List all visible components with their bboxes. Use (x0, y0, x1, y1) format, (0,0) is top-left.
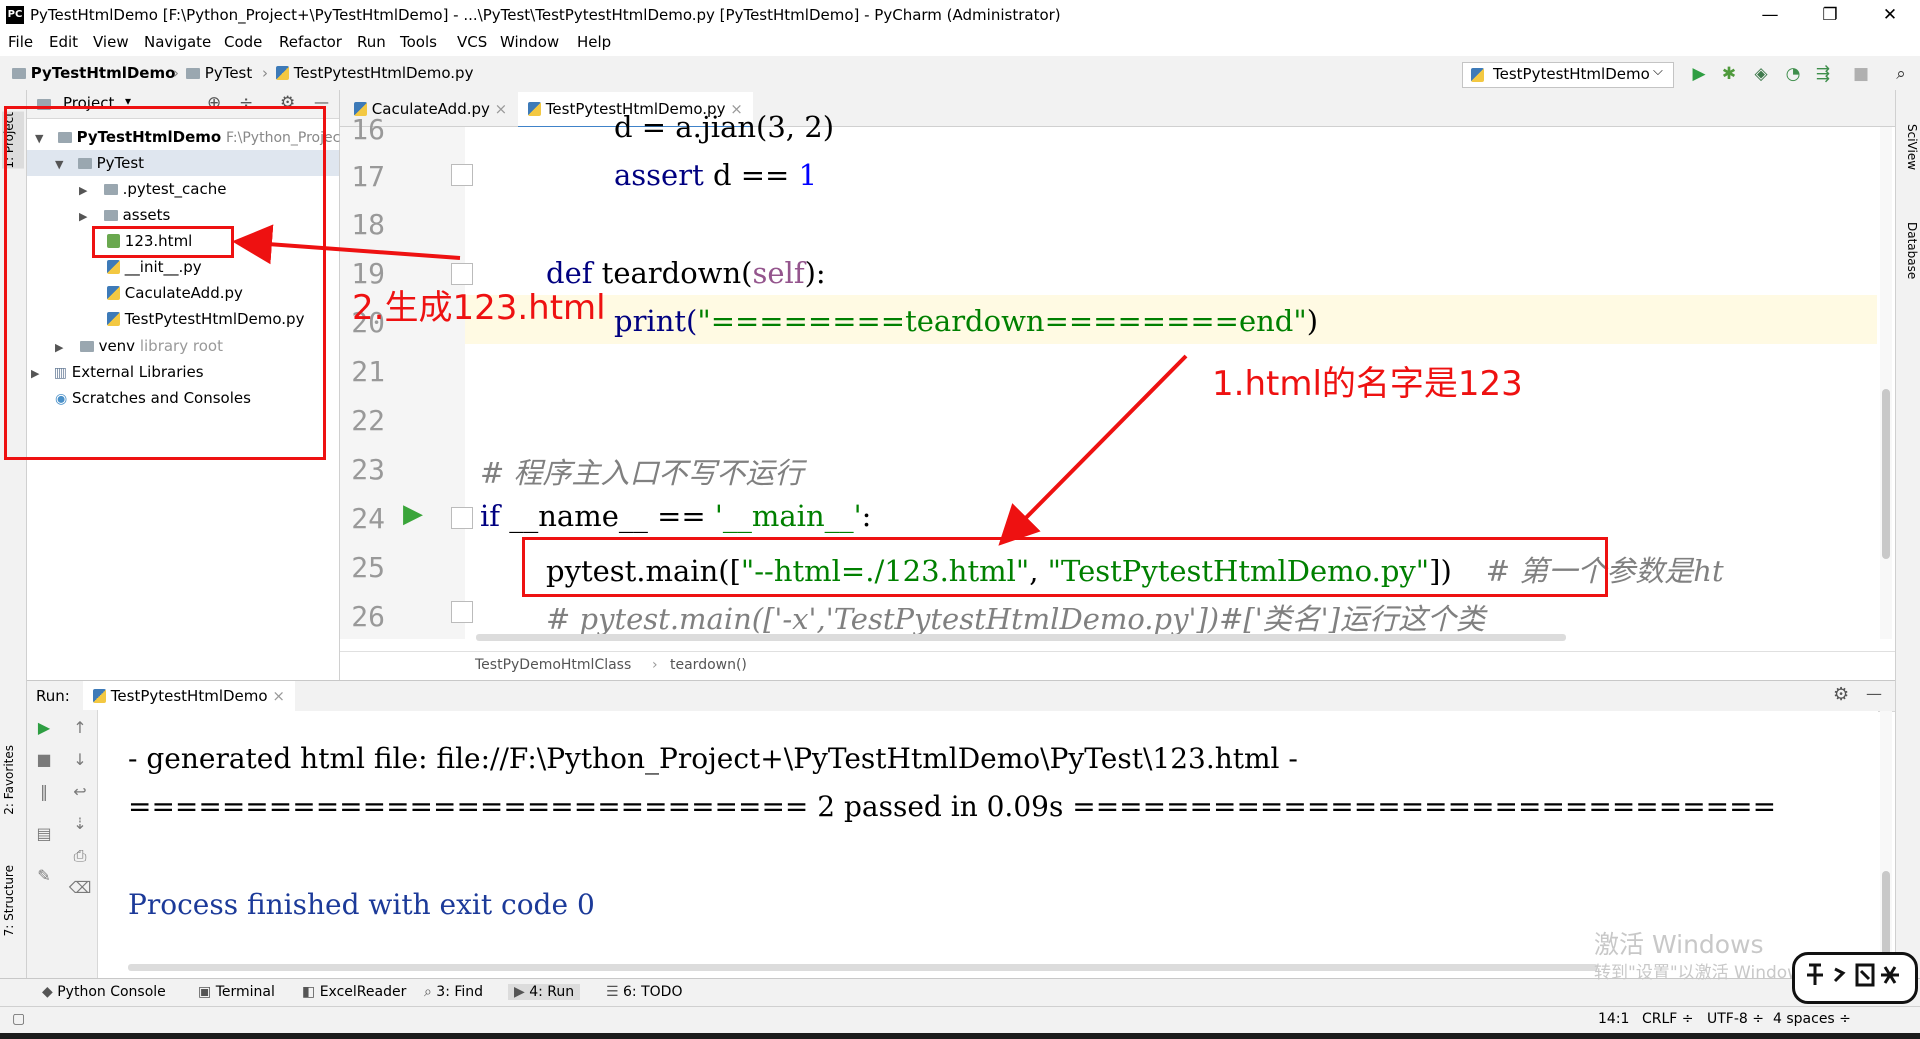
annotation-arrows (232, 224, 1188, 546)
arrow-to-html-arg (998, 354, 1188, 546)
arrow-to-123-html (232, 224, 461, 265)
